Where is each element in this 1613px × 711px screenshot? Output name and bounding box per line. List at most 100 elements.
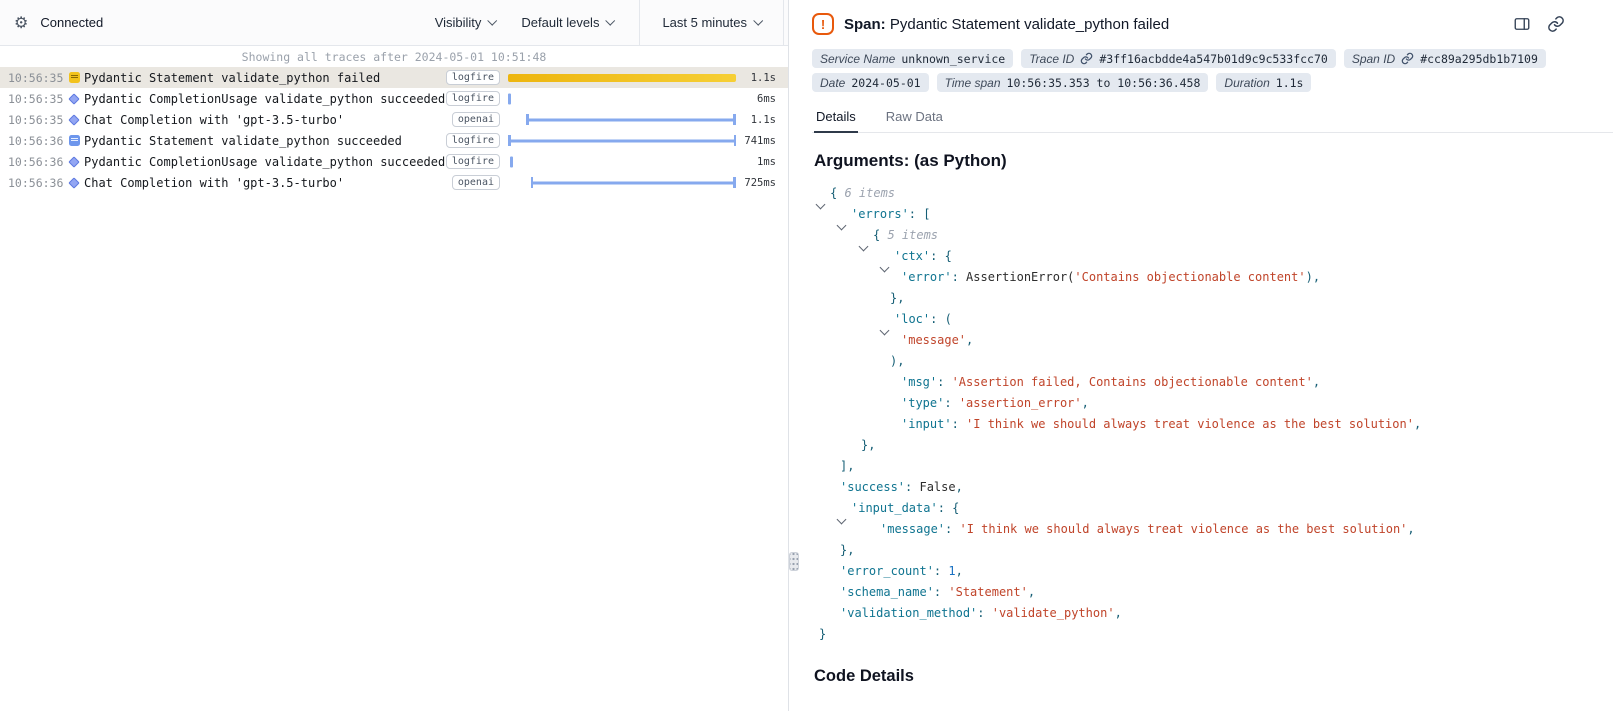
badge-date: Date2024-05-01 [812,73,929,92]
trace-row[interactable]: 10:56:35 Pydantic Statement validate_pyth… [0,67,788,88]
panel-toggle-icon[interactable] [1513,15,1531,33]
code-line: ], [816,456,1613,477]
trace-row[interactable]: 10:56:35 Pydantic CompletionUsage validat… [0,88,788,109]
trace-row[interactable]: 10:56:36 Chat Completion with 'gpt-3.5-tu… [0,172,788,193]
span-tag-openai[interactable]: openai [452,175,500,190]
chevron-down-icon [753,15,763,25]
code-line: }, [816,435,1613,456]
span-tag-logfire[interactable]: logfire [446,133,500,148]
row-timeline [508,88,736,109]
duration-bar [508,93,511,104]
code-details-heading: Code Details [812,667,1613,686]
span-badges-row-1: Service Nameunknown_serviceTrace ID#3ff1… [812,49,1613,68]
visibility-dropdown[interactable]: Visibility [435,15,496,30]
time-range-label: Last 5 minutes [662,15,747,30]
row-timestamp: 10:56:35 [0,113,64,127]
row-timestamp: 10:56:36 [0,176,64,190]
duration-bar [508,74,736,82]
detail-tabs: Details Raw Data [812,104,1613,133]
span-kind-label: Span: [844,16,886,33]
badge-value: #cc89a295db1b7109 [1420,52,1538,66]
duration-bar [531,181,736,184]
badge-duration: Duration1.1s [1216,73,1311,92]
default-levels-label: Default levels [521,15,599,30]
span-header: ! Span: Pydantic Statement validate_pyth… [812,0,1613,46]
code-line: 'success': False, [816,477,1613,498]
link-icon[interactable] [1401,52,1414,65]
row-label: Pydantic CompletionUsage validate_python… [84,92,446,106]
time-range-dropdown[interactable]: Last 5 minutes [639,0,784,45]
tab-raw-data[interactable]: Raw Data [884,104,945,133]
row-timeline [508,67,736,88]
row-timeline [508,130,736,151]
row-timestamp: 10:56:36 [0,134,64,148]
code-line: } [816,624,1613,645]
code-line: 'schema_name': 'Statement', [816,582,1613,603]
code-line: 'msg': 'Assertion failed, Contains objec… [816,372,1613,393]
duration-bar [526,118,736,121]
visibility-label: Visibility [435,15,482,30]
code-line: 'error': AssertionError('Contains object… [816,267,1613,288]
link-icon[interactable] [1080,52,1093,65]
span-tag-logfire[interactable]: logfire [446,154,500,169]
info-level-icon [69,135,80,146]
tab-details[interactable]: Details [814,104,858,133]
badge-span-id: Span ID #cc89a295db1b7109 [1344,49,1546,68]
row-duration: 725ms [744,177,788,189]
trace-row[interactable]: 10:56:35 Chat Completion with 'gpt-3.5-tu… [0,109,788,130]
row-timeline [508,172,736,193]
row-duration: 1.1s [751,114,788,126]
row-duration: 6ms [757,93,788,105]
badge-value: 10:56:35.353 to 10:56:36.458 [1007,76,1201,90]
row-timestamp: 10:56:35 [0,92,64,106]
divider-drag-handle[interactable] [789,552,799,571]
badge-label: Span ID [1352,52,1395,66]
code-line: 'loc': ( [816,309,1613,330]
code-line: 'input': 'I think we should always treat… [816,414,1613,435]
row-label: Pydantic CompletionUsage validate_python… [84,155,446,169]
row-label: Pydantic Statement validate_python faile… [84,71,446,85]
span-tag-openai[interactable]: openai [452,112,500,127]
copy-link-icon[interactable] [1547,15,1565,33]
span-badges-row-2: Date2024-05-01 Time span 10:56:35.353 to 1… [812,73,1613,92]
code-line: 'input_data': { [816,498,1613,519]
chevron-down-icon [606,15,616,25]
chevron-down-icon [488,15,498,25]
diamond-span-icon [68,177,79,188]
trace-filter-summary: Showing all traces after 2024-05-01 10:5… [0,46,788,67]
badge-label: Date [820,76,845,90]
row-timestamp: 10:56:35 [0,71,64,85]
warning-level-icon [69,72,80,83]
span-title: Span: Pydantic Statement validate_python… [844,16,1169,33]
gear-icon[interactable]: ⚙ [14,13,28,33]
trace-panel: ⚙ Connected Visibility Default levels La… [0,0,788,711]
row-timestamp: 10:56:36 [0,155,64,169]
row-label: Chat Completion with 'gpt-3.5-turbo' [84,113,452,127]
panel-divider [788,0,800,711]
code-line: 'errors': [ [816,204,1613,225]
badge-value: unknown_service [901,52,1005,66]
arguments-heading: Arguments: (as Python) [812,151,1613,171]
code-line: ), [816,351,1613,372]
code-line: 'type': 'assertion_error', [816,393,1613,414]
diamond-span-icon [68,93,79,104]
badge-trace-id: Trace ID#3ff16acbdde4a547b01d9c9c533fcc7… [1021,49,1336,68]
row-label: Pydantic Statement validate_python succe… [84,134,446,148]
trace-row[interactable]: 10:56:36 Pydantic CompletionUsage validat… [0,151,788,172]
trace-list: 10:56:35 Pydantic Statement validate_pyth… [0,67,788,711]
row-timeline [508,151,736,172]
badge-label: Time span [945,76,1001,90]
duration-bar [508,139,736,142]
span-tag-logfire[interactable]: logfire [446,91,500,106]
code-line: { 5 items [816,225,1613,246]
arguments-code: { 6 items'errors': [{ 5 items'ctx': {'er… [812,179,1613,645]
row-duration: 741ms [744,135,788,147]
span-tag-logfire[interactable]: logfire [446,70,500,85]
trace-toolbar: ⚙ Connected Visibility Default levels La… [0,0,788,46]
span-detail-panel: ! Span: Pydantic Statement validate_pyth… [800,0,1613,711]
default-levels-dropdown[interactable]: Default levels [521,15,613,30]
code-line: 'error_count': 1, [816,561,1613,582]
badge-value: 1.1s [1276,76,1304,90]
row-label: Chat Completion with 'gpt-3.5-turbo' [84,176,452,190]
trace-row[interactable]: 10:56:36 Pydantic Statement validate_pyth… [0,130,788,151]
